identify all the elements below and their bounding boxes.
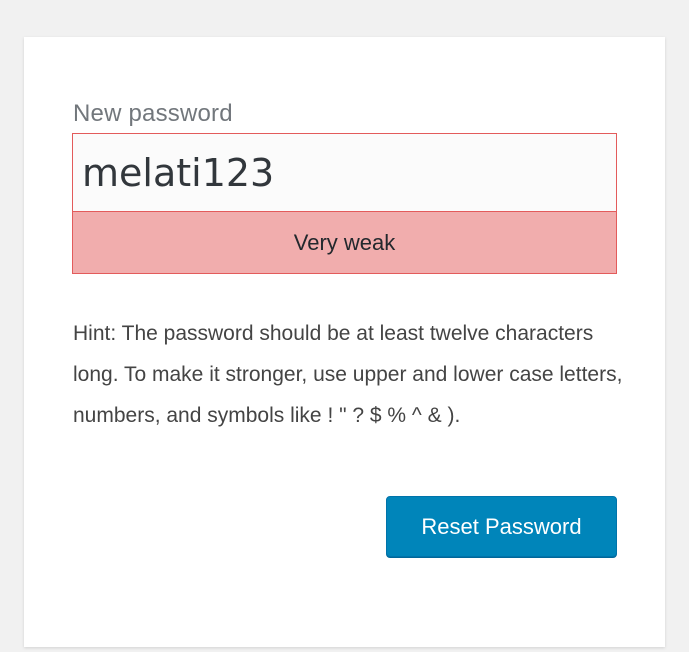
password-strength-indicator: Very weak <box>72 211 617 274</box>
password-hint: Hint: The password should be at least tw… <box>73 322 623 427</box>
reset-password-card: New password Very weak Hint: The passwor… <box>24 37 665 647</box>
new-password-input[interactable] <box>72 133 617 211</box>
reset-password-button[interactable]: Reset Password <box>386 496 617 557</box>
new-password-label: New password <box>73 100 233 127</box>
